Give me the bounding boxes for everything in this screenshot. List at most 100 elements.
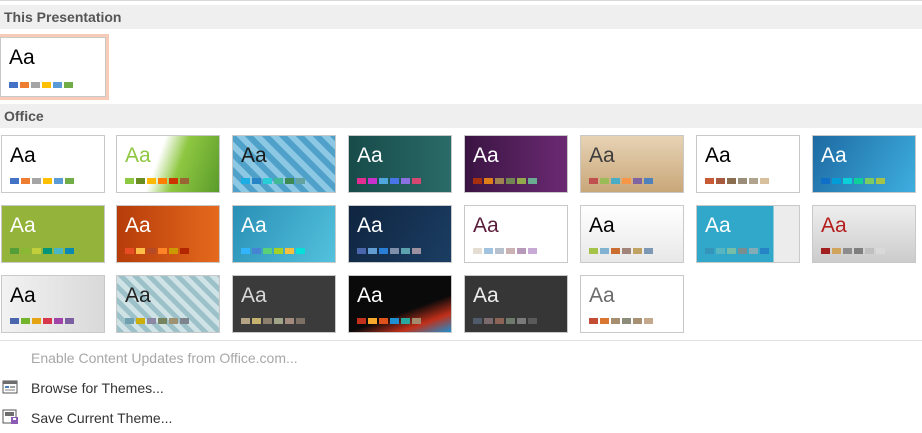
- color-swatch: [821, 248, 830, 254]
- theme-color-swatches: [705, 248, 769, 254]
- theme-color-swatches: [10, 248, 74, 254]
- section-header-office: Office: [0, 104, 922, 128]
- color-swatch: [263, 318, 272, 324]
- color-swatch: [644, 178, 653, 184]
- color-swatch: [473, 178, 482, 184]
- color-swatch: [32, 248, 41, 254]
- save-current-theme-item[interactable]: Save Current Theme...: [0, 404, 922, 432]
- theme-thumbnail[interactable]: Aa: [116, 275, 220, 333]
- color-swatch: [180, 318, 189, 324]
- color-swatch: [180, 248, 189, 254]
- color-swatch: [241, 248, 250, 254]
- color-swatch: [136, 248, 145, 254]
- theme-preview-text: Aa: [589, 144, 615, 167]
- theme-preview-text: Aa: [705, 214, 731, 237]
- theme-thumbnail[interactable]: Aa: [348, 275, 452, 333]
- color-swatch: [589, 178, 598, 184]
- theme-thumbnail[interactable]: Aa: [464, 275, 568, 333]
- theme-color-swatches: [589, 248, 653, 254]
- theme-thumbnail[interactable]: Aa: [812, 135, 916, 193]
- theme-thumbnail[interactable]: Aa: [580, 205, 684, 263]
- color-swatch: [296, 178, 305, 184]
- color-swatch: [274, 248, 283, 254]
- color-swatch: [296, 248, 305, 254]
- color-swatch: [64, 82, 73, 88]
- color-swatch: [401, 178, 410, 184]
- theme-thumbnail[interactable]: Aa: [1, 275, 105, 333]
- theme-preview-text: Aa: [589, 284, 615, 307]
- theme-thumbnail[interactable]: Aa: [232, 275, 336, 333]
- color-swatch: [705, 248, 714, 254]
- theme-thumbnail[interactable]: Aa: [580, 135, 684, 193]
- theme-thumbnail[interactable]: Aa: [812, 205, 916, 263]
- color-swatch: [716, 248, 725, 254]
- save-current-theme-label: Save Current Theme...: [31, 410, 173, 426]
- color-swatch: [600, 248, 609, 254]
- theme-preview-text: Aa: [125, 144, 151, 167]
- theme-color-swatches: [10, 178, 74, 184]
- theme-thumbnail[interactable]: Aa: [696, 205, 800, 263]
- theme-color-swatches: [821, 178, 885, 184]
- color-swatch: [368, 178, 377, 184]
- browse-themes-icon: [2, 379, 19, 395]
- section-header-this-presentation: This Presentation: [0, 5, 922, 29]
- theme-thumbnail[interactable]: Aa: [116, 205, 220, 263]
- color-swatch: [760, 248, 769, 254]
- color-swatch: [263, 178, 272, 184]
- theme-color-swatches: [125, 178, 189, 184]
- theme-preview-text: Aa: [125, 214, 151, 237]
- color-swatch: [252, 178, 261, 184]
- color-swatch: [484, 318, 493, 324]
- theme-color-swatches: [473, 248, 537, 254]
- theme-preview-text: Aa: [125, 284, 151, 307]
- color-swatch: [390, 248, 399, 254]
- theme-color-swatches: [241, 178, 305, 184]
- color-swatch: [473, 318, 482, 324]
- color-swatch: [158, 178, 167, 184]
- color-swatch: [749, 178, 758, 184]
- enable-content-updates-item[interactable]: Enable Content Updates from Office.com..…: [0, 344, 922, 372]
- color-swatch: [20, 82, 29, 88]
- color-swatch: [506, 178, 515, 184]
- theme-thumbnail[interactable]: Aa: [232, 205, 336, 263]
- color-swatch: [241, 178, 250, 184]
- theme-thumbnail[interactable]: Aa: [696, 135, 800, 193]
- top-border: [0, 0, 922, 1]
- theme-thumbnail[interactable]: Aa: [580, 275, 684, 333]
- theme-thumbnail[interactable]: Aa: [464, 205, 568, 263]
- theme-current[interactable]: Aa: [0, 34, 109, 100]
- color-swatch: [528, 248, 537, 254]
- theme-preview-text: Aa: [589, 214, 615, 237]
- color-swatch: [54, 178, 63, 184]
- color-swatch: [611, 248, 620, 254]
- color-swatch: [252, 318, 261, 324]
- theme-thumbnail[interactable]: Aa: [232, 135, 336, 193]
- color-swatch: [506, 318, 515, 324]
- theme-thumbnail[interactable]: Aa: [1, 135, 105, 193]
- color-swatch: [379, 248, 388, 254]
- theme-preview-text: Aa: [821, 144, 847, 167]
- theme-thumbnail[interactable]: Aa: [116, 135, 220, 193]
- color-swatch: [357, 318, 366, 324]
- theme-preview-text: Aa: [821, 214, 847, 237]
- theme-preview-text: Aa: [9, 46, 35, 69]
- theme-thumbnail[interactable]: Aa: [464, 135, 568, 193]
- theme-preview-text: Aa: [10, 144, 36, 167]
- theme-color-swatches: [125, 318, 189, 324]
- color-swatch: [43, 248, 52, 254]
- color-swatch: [854, 248, 863, 254]
- color-swatch: [517, 318, 526, 324]
- color-swatch: [843, 178, 852, 184]
- theme-thumbnail[interactable]: Aa: [348, 205, 452, 263]
- theme-thumbnail[interactable]: Aa: [1, 205, 105, 263]
- color-swatch: [832, 178, 841, 184]
- color-swatch: [136, 318, 145, 324]
- color-swatch: [412, 318, 421, 324]
- color-swatch: [54, 318, 63, 324]
- color-swatch: [53, 82, 62, 88]
- color-swatch: [263, 248, 272, 254]
- theme-thumbnail[interactable]: Aa: [348, 135, 452, 193]
- color-swatch: [65, 248, 74, 254]
- browse-for-themes-item[interactable]: Browse for Themes...: [0, 374, 922, 402]
- color-swatch: [136, 178, 145, 184]
